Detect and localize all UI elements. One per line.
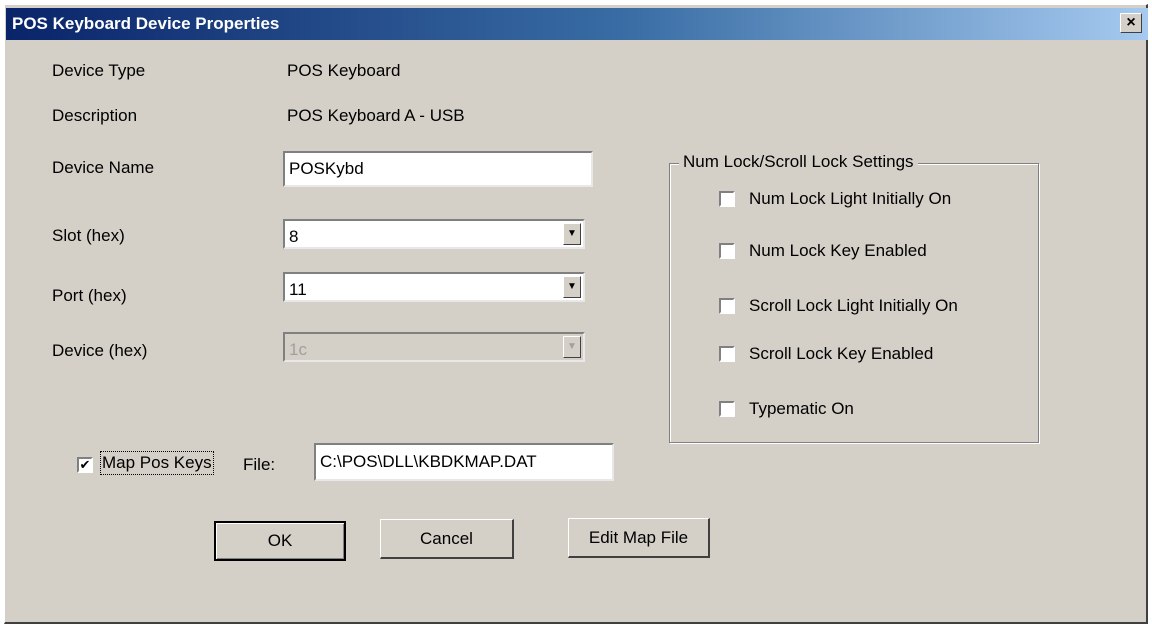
map-pos-keys-label[interactable]: Map Pos Keys bbox=[100, 451, 214, 475]
map-pos-keys-checkbox[interactable]: ✔ bbox=[77, 457, 93, 473]
edit-map-file-button[interactable]: Edit Map File bbox=[568, 518, 710, 558]
scroll-lock-key-checkbox[interactable] bbox=[719, 346, 735, 362]
scroll-lock-light-label[interactable]: Scroll Lock Light Initially On bbox=[749, 296, 958, 316]
device-name-input[interactable]: POSKybd bbox=[283, 151, 593, 187]
device-hex-label: Device (hex) bbox=[52, 341, 148, 360]
typematic-label[interactable]: Typematic On bbox=[749, 399, 854, 419]
title-bar[interactable]: POS Keyboard Device Properties × bbox=[6, 8, 1148, 40]
close-button[interactable]: × bbox=[1120, 13, 1142, 33]
num-lock-key-label[interactable]: Num Lock Key Enabled bbox=[749, 241, 927, 261]
port-value: 11 bbox=[289, 280, 307, 299]
scroll-lock-light-checkbox[interactable] bbox=[719, 298, 735, 314]
typematic-checkbox[interactable] bbox=[719, 401, 735, 417]
map-file-input[interactable]: C:\POS\DLL\KBDKMAP.DAT bbox=[314, 443, 614, 481]
chevron-down-icon: ▼ bbox=[563, 336, 581, 358]
device-type-value: POS Keyboard bbox=[287, 61, 401, 80]
device-hex-select: 1c ▼ bbox=[283, 332, 585, 362]
device-type-label: Device Type bbox=[52, 61, 146, 80]
slot-select[interactable]: 8 ▼ bbox=[283, 219, 585, 249]
ok-button[interactable]: OK bbox=[214, 521, 346, 561]
slot-label: Slot (hex) bbox=[52, 226, 125, 245]
device-name-label: Device Name bbox=[52, 158, 155, 177]
num-lock-key-checkbox[interactable] bbox=[719, 243, 735, 259]
lock-settings-title: Num Lock/Scroll Lock Settings bbox=[679, 152, 918, 172]
num-lock-light-label[interactable]: Num Lock Light Initially On bbox=[749, 189, 951, 209]
device-hex-value: 1c bbox=[289, 340, 307, 359]
num-lock-light-checkbox[interactable] bbox=[719, 191, 735, 207]
chevron-down-icon[interactable]: ▼ bbox=[563, 223, 581, 245]
chevron-down-icon[interactable]: ▼ bbox=[563, 276, 581, 298]
file-label: File: bbox=[243, 455, 276, 474]
check-icon: ✔ bbox=[79, 457, 91, 472]
slot-value: 8 bbox=[289, 227, 299, 246]
window-title: POS Keyboard Device Properties bbox=[12, 14, 280, 33]
description-label: Description bbox=[52, 106, 138, 125]
port-select[interactable]: 11 ▼ bbox=[283, 272, 585, 302]
cancel-button[interactable]: Cancel bbox=[380, 519, 514, 559]
port-label: Port (hex) bbox=[52, 286, 127, 305]
scroll-lock-key-label[interactable]: Scroll Lock Key Enabled bbox=[749, 344, 933, 364]
description-value: POS Keyboard A - USB bbox=[287, 106, 465, 125]
